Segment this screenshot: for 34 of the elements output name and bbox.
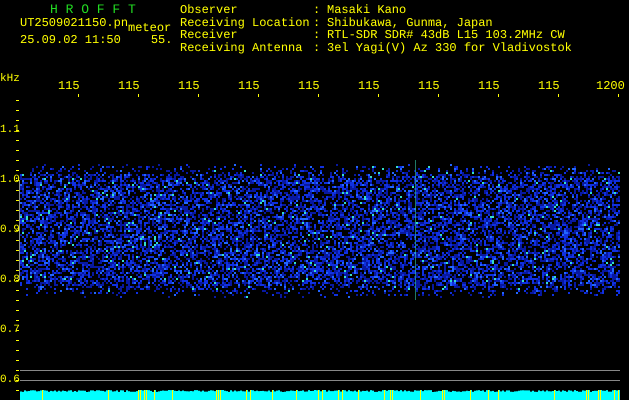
time-label: 115	[478, 80, 500, 92]
date-time: 25.09.02 11:50	[20, 34, 121, 46]
app-title: H R O F F T	[49, 4, 137, 16]
time-label: 115	[298, 80, 320, 92]
reading-value: 55.	[150, 34, 172, 46]
time-label: 115	[58, 80, 80, 92]
time-label: 115	[358, 80, 380, 92]
frequency-label: 1.1	[0, 124, 20, 136]
info-separator: :	[313, 42, 322, 54]
mode-label: meteor	[128, 22, 172, 34]
info-label: Observer	[180, 4, 239, 16]
info-label: Receiver	[180, 29, 238, 42]
frequency-label: 0.9	[0, 224, 20, 236]
info-value: 3el Yagi(V) Az 330 for Vladivostok	[327, 42, 572, 54]
time-label: 1200	[596, 80, 625, 92]
info-label: Receiving Antenna	[180, 42, 304, 54]
time-label: 115	[118, 80, 140, 92]
unit-label: kHz	[0, 73, 20, 86]
info-separator: :	[313, 16, 322, 29]
file-name: UT2509021150.pn	[20, 16, 128, 29]
info-label: Receiving Location	[180, 16, 311, 29]
info-value: Masaki Kano	[327, 4, 406, 16]
info-value: Shibukawa, Gunma, Japan	[327, 16, 493, 29]
info-separator: :	[313, 29, 322, 42]
frequency-label: 1.0	[0, 174, 20, 186]
frequency-label: 0.8	[0, 274, 20, 286]
info-value: RTL-SDR SDR# 43dB L15 103.2MHz CW	[327, 29, 565, 42]
time-label: 115	[538, 80, 560, 92]
frequency-label: 0.6	[0, 374, 20, 386]
time-label: 115	[418, 80, 440, 92]
info-separator: :	[313, 4, 322, 16]
time-label: 115	[178, 80, 200, 92]
time-label: 115	[238, 80, 260, 92]
frequency-label: 0.7	[0, 324, 20, 336]
